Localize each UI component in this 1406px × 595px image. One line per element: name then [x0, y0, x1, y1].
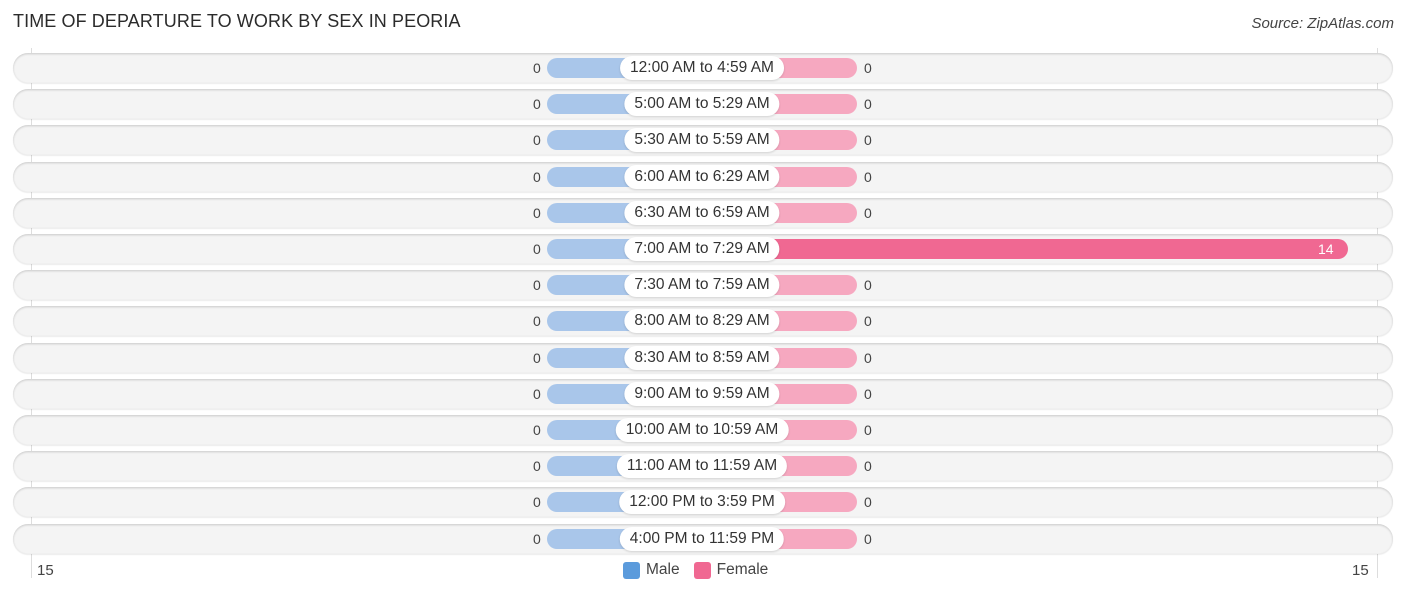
- category-label: 12:00 AM to 4:59 AM: [620, 56, 784, 80]
- value-label-male: 0: [533, 241, 541, 257]
- value-label-male: 0: [533, 168, 541, 185]
- legend: Male Female: [623, 561, 768, 579]
- category-label: 6:30 AM to 6:59 AM: [624, 200, 780, 225]
- category-label: 9:00 AM to 9:59 AM: [624, 381, 780, 406]
- legend-swatch-female: [693, 561, 711, 579]
- category-label: 5:30 AM to 5:59 AM: [624, 128, 780, 153]
- value-label-female: 0: [864, 494, 872, 511]
- value-label-male: 0: [533, 96, 541, 113]
- value-label-male: 0: [533, 313, 541, 330]
- value-label-female: 0: [864, 168, 872, 185]
- legend-label-female: Female: [716, 561, 769, 578]
- value-label-female: 0: [864, 277, 872, 294]
- category-label: 12:00 PM to 3:59 PM: [619, 490, 785, 515]
- axis-tick-left: 15: [37, 562, 54, 579]
- value-label-male: 0: [533, 458, 541, 475]
- value-label-male: 0: [533, 494, 541, 511]
- value-label-female: 0: [864, 60, 872, 76]
- value-label-male: 0: [533, 60, 541, 76]
- bar-female[interactable]: [702, 239, 1348, 259]
- legend-label-male: Male: [646, 561, 680, 578]
- category-label: 8:30 AM to 8:59 AM: [624, 345, 780, 370]
- value-label-female: 0: [864, 96, 872, 113]
- value-label-female: 0: [864, 458, 872, 475]
- category-label: 7:00 AM to 7:29 AM: [624, 237, 780, 261]
- value-label-male: 0: [533, 385, 541, 402]
- category-label: 5:00 AM to 5:29 AM: [624, 92, 780, 117]
- category-label: 10:00 AM to 10:59 AM: [615, 418, 789, 442]
- category-label: 4:00 PM to 11:59 PM: [619, 526, 785, 551]
- source-label: Source: ZipAtlas.com: [1251, 15, 1394, 32]
- category-label: 8:00 AM to 8:29 AM: [624, 309, 780, 334]
- category-label: 6:00 AM to 6:29 AM: [624, 164, 780, 189]
- legend-swatch-male: [623, 561, 640, 579]
- value-label-female: 0: [864, 313, 872, 330]
- axis-tick-right: 15: [1352, 562, 1369, 579]
- chart-title: TIME OF DEPARTURE TO WORK BY SEX IN PEOR…: [13, 11, 461, 31]
- value-label-female: 0: [864, 385, 872, 402]
- category-label: 11:00 AM to 11:59 AM: [616, 454, 788, 479]
- value-label-female: 14: [1318, 241, 1334, 257]
- value-label-male: 0: [533, 132, 541, 149]
- value-label-female: 0: [864, 349, 872, 366]
- value-label-female: 0: [864, 530, 872, 547]
- value-label-female: 0: [864, 204, 872, 221]
- value-label-male: 0: [533, 349, 541, 366]
- value-label-male: 0: [533, 422, 541, 438]
- value-label-male: 0: [533, 204, 541, 221]
- value-label-male: 0: [533, 530, 541, 547]
- value-label-female: 0: [864, 132, 872, 149]
- category-label: 7:30 AM to 7:59 AM: [624, 273, 780, 298]
- value-label-male: 0: [533, 277, 541, 294]
- value-label-female: 0: [864, 422, 872, 438]
